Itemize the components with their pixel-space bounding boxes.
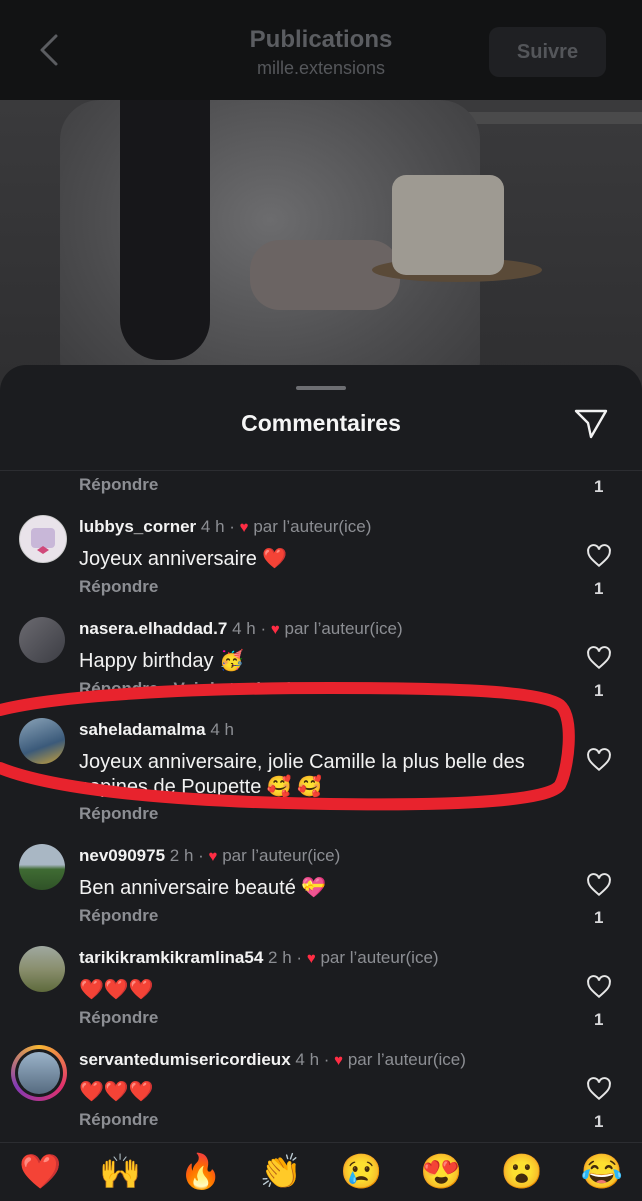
heart-outline-icon <box>587 1077 611 1101</box>
username[interactable]: nasera.elhaddad.7 <box>79 619 227 638</box>
emoji-heart[interactable]: ❤️ <box>19 1152 61 1192</box>
avatar[interactable] <box>19 617 65 663</box>
emoji-heart-eyes[interactable]: 😍 <box>420 1152 462 1192</box>
like-button[interactable] <box>586 747 612 773</box>
separator: · <box>260 619 267 638</box>
like-button[interactable] <box>586 872 612 898</box>
emoji-reaction-bar: ❤️ 🙌 🔥 👏 😢 😍 😮 😂 <box>0 1142 642 1201</box>
emoji-raised-hands[interactable]: 🙌 <box>99 1152 141 1192</box>
comment-meta: nasera.elhaddad.7 4 h · ♥ par l’auteur(i… <box>79 619 403 639</box>
timestamp: 2 h <box>169 846 194 865</box>
heart-outline-icon <box>587 544 611 568</box>
comment-meta: saheladamalma 4 h <box>79 720 234 740</box>
username[interactable]: lubbys_corner <box>79 517 196 536</box>
heart-outline-icon <box>587 646 611 670</box>
comment-meta: tarikikramkikramlina54 2 h · ♥ par l’aut… <box>79 948 439 968</box>
photo-hair <box>120 100 210 360</box>
username[interactable]: tarikikramkikramlina54 <box>79 948 263 967</box>
photo-cake <box>392 175 504 275</box>
like-count: 1 <box>594 681 604 700</box>
reply-button[interactable]: Répondre <box>79 475 158 495</box>
separator: · <box>323 1050 330 1069</box>
heart-outline-icon <box>587 873 611 897</box>
share-button[interactable] <box>573 405 609 441</box>
liked-by-author: par l’auteur(ice) <box>320 948 439 967</box>
emoji-laughing[interactable]: 😂 <box>581 1152 623 1192</box>
sheet-title: Commentaires <box>241 410 401 436</box>
comment-text: Happy birthday 🥳 <box>79 650 244 672</box>
emoji-crying[interactable]: 😢 <box>340 1152 382 1192</box>
liked-by-author: par l’auteur(ice) <box>284 619 403 638</box>
liked-by-author: par l’auteur(ice) <box>347 1050 466 1069</box>
comment-item: saheladamalma 4 h Joyeux anniversaire, j… <box>0 710 642 800</box>
timestamp: 4 h <box>295 1050 320 1069</box>
emoji-fire[interactable]: 🔥 <box>179 1152 221 1192</box>
like-button[interactable] <box>586 645 612 671</box>
comment-text: Ben anniversaire beauté 💝 <box>79 877 327 899</box>
timestamp: 4 h <box>210 720 235 739</box>
username[interactable]: nev090975 <box>79 846 165 865</box>
avatar[interactable] <box>19 844 65 890</box>
like-button[interactable] <box>586 974 612 1000</box>
reply-button[interactable]: Répondre <box>79 577 158 597</box>
liked-by-author: par l’auteur(ice) <box>253 517 372 536</box>
like-button[interactable] <box>586 543 612 569</box>
follow-button[interactable]: Suivre <box>489 27 606 77</box>
author-heart-icon: ♥ <box>270 621 280 638</box>
like-count: 1 <box>594 1010 604 1029</box>
separator: · <box>296 948 303 967</box>
author-heart-icon: ♥ <box>306 950 316 967</box>
timestamp: 4 h <box>200 517 225 536</box>
avatar[interactable] <box>11 1045 67 1101</box>
comment-meta: nev090975 2 h · ♥ par l’auteur(ice) <box>79 846 340 866</box>
comment-text: ❤️❤️❤️ <box>79 979 154 1001</box>
reply-button[interactable]: Répondre <box>79 804 158 824</box>
emoji-clapping[interactable]: 👏 <box>260 1152 302 1192</box>
photo-shelf <box>455 112 642 124</box>
heart-outline-icon <box>587 748 611 772</box>
post-photo <box>0 100 642 400</box>
reply-button[interactable]: Répondre · Voir la traducti <box>79 679 291 699</box>
comment-meta: lubbys_corner 4 h · ♥ par l’auteur(ice) <box>79 517 371 537</box>
comment-text: Joyeux anniversaire ❤️ <box>79 548 288 570</box>
reply-button[interactable]: Répondre <box>79 906 158 926</box>
like-count: 1 <box>594 908 604 927</box>
like-button[interactable] <box>586 1076 612 1102</box>
comment-text: ❤️❤️❤️ <box>79 1081 154 1103</box>
avatar[interactable] <box>19 515 67 563</box>
username[interactable]: saheladamalma <box>79 720 206 739</box>
avatar[interactable] <box>19 718 65 764</box>
like-count: 1 <box>594 477 604 496</box>
avatar[interactable] <box>19 946 65 992</box>
heart-outline-icon <box>587 975 611 999</box>
photo-hand <box>250 240 400 310</box>
sheet-drag-handle[interactable] <box>296 386 346 390</box>
reply-button[interactable]: Répondre <box>79 1008 158 1028</box>
top-bar: Publications mille.extensions Suivre <box>0 0 642 100</box>
username[interactable]: servantedumisericordieux <box>79 1050 291 1069</box>
separator: · <box>229 517 235 536</box>
like-count: 1 <box>594 1112 604 1131</box>
separator: · <box>198 846 204 865</box>
sheet-divider <box>0 470 642 471</box>
liked-by-author: par l’auteur(ice) <box>222 846 341 865</box>
timestamp: 2 h <box>268 948 292 967</box>
author-heart-icon: ♥ <box>239 519 249 536</box>
reply-button[interactable]: Répondre <box>79 1110 158 1130</box>
emoji-surprised[interactable]: 😮 <box>500 1152 542 1192</box>
comment-text: Joyeux anniversaire, jolie Camille la pl… <box>79 751 525 798</box>
author-heart-icon: ♥ <box>334 1052 344 1069</box>
like-count: 1 <box>594 579 604 598</box>
timestamp: 4 h <box>232 619 256 638</box>
author-heart-icon: ♥ <box>208 848 218 865</box>
paper-plane-icon <box>574 409 608 439</box>
comment-meta: servantedumisericordieux 4 h · ♥ par l’a… <box>79 1050 466 1070</box>
